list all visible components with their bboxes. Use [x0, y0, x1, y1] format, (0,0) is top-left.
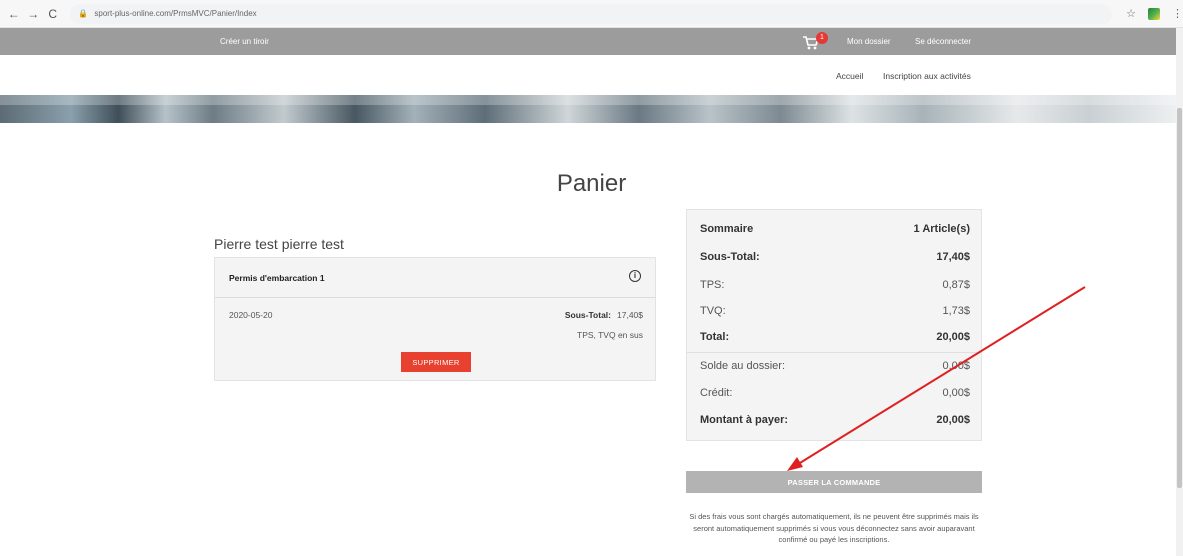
my-dossier-link[interactable]: Mon dossier — [847, 37, 891, 46]
order-summary: Sommaire 1 Article(s) Sous-Total: 17,40$… — [686, 209, 982, 441]
summary-row-label: TPS: — [700, 279, 725, 291]
cart-item-card: Permis d'embarcation 1 i 2020-05-20 Sous… — [214, 257, 656, 381]
summary-row-credit: Crédit: 0,00$ — [700, 387, 970, 401]
back-icon[interactable]: ← — [4, 7, 23, 21]
nav-registration-link[interactable]: Inscription aux activités — [883, 71, 971, 81]
summary-row-value: 0,87$ — [942, 279, 970, 291]
cart-count-badge: 1 — [816, 32, 828, 44]
summary-item-count: 1 Article(s) — [913, 223, 970, 235]
place-order-button[interactable]: PASSER LA COMMANDE — [686, 471, 982, 493]
main-nav: Accueil Inscription aux activités — [0, 55, 1183, 95]
summary-row-value: 20,00$ — [936, 414, 970, 426]
reload-icon[interactable]: C — [43, 7, 62, 21]
address-bar[interactable]: 🔒 sport-plus-online.com/PrmsMVC/Panier/I… — [70, 3, 1113, 24]
summary-row-label: TVQ: — [700, 305, 726, 317]
summary-row-value: 17,40$ — [936, 251, 970, 263]
summary-row-value: 0,00$ — [942, 387, 970, 399]
summary-row-subtotal: Sous-Total: 17,40$ — [700, 251, 970, 265]
summary-row-label: Montant à payer: — [700, 414, 789, 426]
url-text: sport-plus-online.com/PrmsMVC/Panier/Ind… — [94, 9, 257, 18]
summary-row-balance: Solde au dossier: 0,00$ — [700, 360, 970, 374]
summary-row-amount-due: Montant à payer: 20,00$ — [700, 414, 970, 428]
page-title: Panier — [556, 170, 627, 197]
summary-header: Sommaire 1 Article(s) — [700, 223, 970, 237]
cart-item-subtotal-value: 17,40$ — [617, 310, 643, 320]
order-disclaimer: Si des frais vous sont chargés automatiq… — [689, 512, 979, 544]
cart-item-subtotal-label: Sous-Total: — [564, 310, 611, 320]
summary-row-label: Total: — [700, 331, 730, 343]
browser-menu-icon[interactable]: ⋮ — [1172, 7, 1183, 20]
cart-item-subtotal: Sous-Total: 17,40$ — [565, 310, 643, 320]
cart-item-name: Permis d'embarcation 1 — [229, 273, 325, 283]
cart-item-date: 2020-05-20 — [229, 310, 273, 320]
summary-row-label: Crédit: — [700, 387, 733, 399]
cart-item-taxes-note: TPS, TVQ en sus — [577, 330, 643, 340]
scrollbar-thumb[interactable] — [1177, 108, 1182, 488]
summary-row-value: 20,00$ — [936, 331, 970, 343]
cart-button[interactable]: 1 — [803, 32, 829, 52]
banner-image — [0, 95, 1183, 123]
summary-row-tps: TPS: 0,87$ — [700, 279, 970, 293]
forward-icon[interactable]: → — [23, 7, 42, 21]
browser-toolbar: ← → C 🔒 sport-plus-online.com/PrmsMVC/Pa… — [0, 0, 1183, 28]
page-scrollbar[interactable] — [1176, 28, 1183, 556]
summary-row-total: Total: 20,00$ — [700, 331, 970, 345]
summary-row-value: 1,73$ — [942, 305, 970, 317]
summary-row-value: 0,00$ — [942, 360, 970, 372]
cart-item-header: Permis d'embarcation 1 i — [215, 258, 655, 298]
summary-row-label: Sous-Total: — [700, 251, 760, 263]
summary-row-label: Solde au dossier: — [700, 360, 785, 372]
logout-link[interactable]: Se déconnecter — [915, 37, 971, 46]
delete-button[interactable]: SUPPRIMER — [401, 352, 471, 372]
bookmark-star-icon[interactable]: ☆ — [1126, 7, 1136, 20]
summary-title: Sommaire — [700, 223, 754, 235]
summary-divider — [687, 352, 981, 353]
lock-icon: 🔒 — [78, 9, 89, 18]
summary-row-tvq: TVQ: 1,73$ — [700, 305, 970, 319]
customer-name: Pierre test pierre test — [214, 236, 344, 252]
top-bar: Créer un tiroir 1 Mon dossier Se déconne… — [0, 28, 1183, 55]
info-icon[interactable]: i — [629, 270, 641, 282]
create-drawer-link[interactable]: Créer un tiroir — [220, 37, 269, 46]
extension-icon[interactable] — [1148, 7, 1160, 20]
nav-home-link[interactable]: Accueil — [836, 71, 863, 81]
